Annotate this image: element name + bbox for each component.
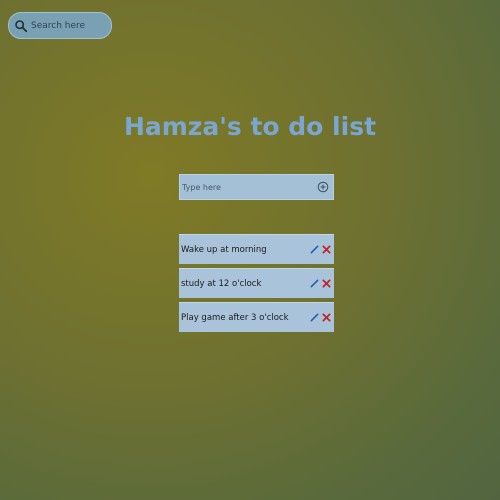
- task-entry: [179, 174, 334, 200]
- list-item: study at 12 o'clock: [179, 268, 334, 298]
- task-text: study at 12 o'clock: [181, 278, 262, 289]
- pencil-icon[interactable]: [310, 313, 319, 322]
- plus-circle-icon[interactable]: [317, 181, 329, 193]
- close-icon[interactable]: [322, 245, 331, 254]
- page-title: Hamza's to do list: [123, 112, 377, 141]
- close-icon[interactable]: [322, 313, 331, 322]
- close-icon[interactable]: [322, 279, 331, 288]
- task-actions: [310, 245, 334, 254]
- task-text: Wake up at morning: [181, 244, 267, 255]
- search-box[interactable]: [8, 12, 112, 39]
- list-item: Play game after 3 o'clock: [179, 302, 334, 332]
- pencil-icon[interactable]: [310, 245, 319, 254]
- pencil-icon[interactable]: [310, 279, 319, 288]
- task-actions: [310, 279, 334, 288]
- task-text: Play game after 3 o'clock: [181, 312, 289, 323]
- task-actions: [310, 313, 334, 322]
- list-item: Wake up at morning: [179, 234, 334, 264]
- task-list: Wake up at morning study at 12 o'clock P…: [179, 234, 334, 336]
- search-icon: [15, 19, 28, 32]
- task-input[interactable]: [180, 182, 317, 192]
- search-input[interactable]: [28, 20, 111, 31]
